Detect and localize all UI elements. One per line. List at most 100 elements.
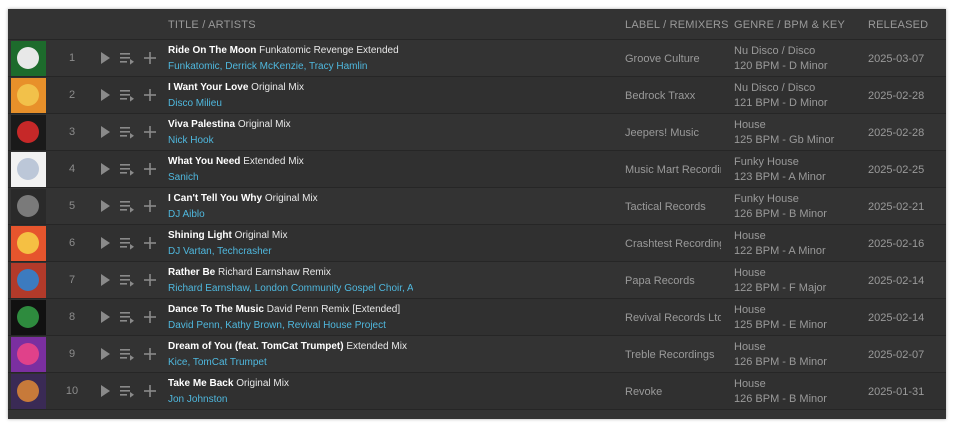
track-row[interactable]: 6 Shining Light Original Mix DJ Vartan, … <box>8 225 946 262</box>
track-artists[interactable]: Richard Earnshaw, London Community Gospe… <box>168 283 413 294</box>
track-title-name[interactable]: Rather Be <box>168 267 215 278</box>
add-to-playlist-icon[interactable] <box>142 50 158 66</box>
add-to-playlist-icon[interactable] <box>142 383 158 399</box>
track-label[interactable]: Treble Recordings <box>625 349 721 361</box>
add-to-queue-icon[interactable] <box>119 272 135 288</box>
track-genre[interactable]: House <box>734 229 862 244</box>
track-artwork[interactable] <box>11 337 46 372</box>
column-header-released[interactable]: RELEASED <box>868 19 928 31</box>
add-to-playlist-icon[interactable] <box>142 198 158 214</box>
track-title-name[interactable]: Viva Palestina <box>168 119 235 130</box>
track-label[interactable]: Bedrock Traxx <box>625 90 721 102</box>
play-icon[interactable] <box>97 87 113 103</box>
track-row[interactable]: 7 Rather Be Richard Earnshaw Remix Richa… <box>8 262 946 299</box>
add-to-queue-icon[interactable] <box>119 87 135 103</box>
track-row[interactable]: 3 Viva Palestina Original Mix Nick Hook … <box>8 114 946 151</box>
add-to-queue-icon[interactable] <box>119 383 135 399</box>
add-to-queue-icon[interactable] <box>119 198 135 214</box>
track-artwork[interactable] <box>11 263 46 298</box>
track-artwork[interactable] <box>11 300 46 335</box>
play-icon[interactable] <box>97 272 113 288</box>
track-title[interactable]: Dream of You (feat. TomCat Trumpet) Exte… <box>168 341 618 352</box>
add-to-queue-icon[interactable] <box>119 309 135 325</box>
track-row[interactable]: 1 Ride On The Moon Funkatomic Revenge Ex… <box>8 40 946 77</box>
track-title-name[interactable]: What You Need <box>168 156 240 167</box>
track-artists[interactable]: DJ Aiblo <box>168 209 413 220</box>
track-artwork[interactable] <box>11 152 46 187</box>
track-title-name[interactable]: I Can't Tell You Why <box>168 193 262 204</box>
track-title-name[interactable]: Take Me Back <box>168 378 233 389</box>
track-artwork[interactable] <box>11 374 46 409</box>
track-row[interactable]: 5 I Can't Tell You Why Original Mix DJ A… <box>8 188 946 225</box>
track-genre[interactable]: House <box>734 303 862 318</box>
add-to-queue-icon[interactable] <box>119 124 135 140</box>
play-icon[interactable] <box>97 198 113 214</box>
track-label[interactable]: Papa Records <box>625 275 721 287</box>
add-to-playlist-icon[interactable] <box>142 272 158 288</box>
track-row[interactable]: 2 I Want Your Love Original Mix Disco Mi… <box>8 77 946 114</box>
add-to-queue-icon[interactable] <box>119 346 135 362</box>
track-title-name[interactable]: Ride On The Moon <box>168 45 256 56</box>
track-title[interactable]: What You Need Extended Mix <box>168 156 618 167</box>
track-artwork[interactable] <box>11 41 46 76</box>
track-artists[interactable]: DJ Vartan, Techcrasher <box>168 246 413 257</box>
play-icon[interactable] <box>97 161 113 177</box>
track-title[interactable]: Rather Be Richard Earnshaw Remix <box>168 267 618 278</box>
add-to-queue-icon[interactable] <box>119 50 135 66</box>
play-icon[interactable] <box>97 346 113 362</box>
track-artists[interactable]: Nick Hook <box>168 135 413 146</box>
play-icon[interactable] <box>97 124 113 140</box>
track-label[interactable]: Jeepers! Music <box>625 127 721 139</box>
track-artists[interactable]: Sanich <box>168 172 413 183</box>
add-to-playlist-icon[interactable] <box>142 161 158 177</box>
track-row[interactable]: 4 What You Need Extended Mix Sanich Musi… <box>8 151 946 188</box>
add-to-queue-icon[interactable] <box>119 161 135 177</box>
play-icon[interactable] <box>97 50 113 66</box>
track-genre[interactable]: House <box>734 266 862 281</box>
track-genre[interactable]: Funky House <box>734 155 862 170</box>
play-icon[interactable] <box>97 309 113 325</box>
track-title-name[interactable]: I Want Your Love <box>168 82 248 93</box>
track-genre[interactable]: House <box>734 377 862 392</box>
add-to-playlist-icon[interactable] <box>142 124 158 140</box>
track-title[interactable]: Viva Palestina Original Mix <box>168 119 618 130</box>
track-title[interactable]: I Want Your Love Original Mix <box>168 82 618 93</box>
track-artists[interactable]: Disco Milieu <box>168 98 413 109</box>
track-label[interactable]: Music Mart Recordings <box>625 164 721 176</box>
add-to-playlist-icon[interactable] <box>142 346 158 362</box>
track-title-name[interactable]: Dance To The Music <box>168 304 264 315</box>
track-genre[interactable]: House <box>734 118 862 133</box>
track-row[interactable]: 8 Dance To The Music David Penn Remix [E… <box>8 299 946 336</box>
play-icon[interactable] <box>97 383 113 399</box>
add-to-playlist-icon[interactable] <box>142 235 158 251</box>
track-genre[interactable]: Nu Disco / Disco <box>734 44 862 59</box>
track-title[interactable]: Take Me Back Original Mix <box>168 378 618 389</box>
track-label[interactable]: Tactical Records <box>625 201 721 213</box>
track-artwork[interactable] <box>11 115 46 150</box>
track-title-name[interactable]: Dream of You (feat. TomCat Trumpet) <box>168 341 344 352</box>
track-label[interactable]: Crashtest Recordings <box>625 238 721 250</box>
track-artists[interactable]: Kice, TomCat Trumpet <box>168 357 413 368</box>
track-row[interactable]: 9 Dream of You (feat. TomCat Trumpet) Ex… <box>8 336 946 373</box>
track-artwork[interactable] <box>11 78 46 113</box>
add-to-playlist-icon[interactable] <box>142 87 158 103</box>
column-header-genre-bpm-key[interactable]: GENRE / BPM & KEY <box>734 19 845 31</box>
track-title[interactable]: Ride On The Moon Funkatomic Revenge Exte… <box>168 45 618 56</box>
track-title[interactable]: Shining Light Original Mix <box>168 230 618 241</box>
track-title[interactable]: I Can't Tell You Why Original Mix <box>168 193 618 204</box>
column-header-label-remixers[interactable]: LABEL / REMIXERS <box>625 19 729 31</box>
track-label[interactable]: Groove Culture <box>625 53 721 65</box>
track-title[interactable]: Dance To The Music David Penn Remix [Ext… <box>168 304 618 315</box>
track-artwork[interactable] <box>11 189 46 224</box>
track-label[interactable]: Revoke <box>625 386 721 398</box>
track-label[interactable]: Revival Records Ltd <box>625 312 721 324</box>
track-artists[interactable]: Funkatomic, Derrick McKenzie, Tracy Haml… <box>168 61 413 72</box>
track-artwork[interactable] <box>11 226 46 261</box>
track-genre[interactable]: House <box>734 340 862 355</box>
add-to-queue-icon[interactable] <box>119 235 135 251</box>
column-header-title-artists[interactable]: TITLE / ARTISTS <box>168 19 256 31</box>
add-to-playlist-icon[interactable] <box>142 309 158 325</box>
track-genre[interactable]: Funky House <box>734 192 862 207</box>
track-row[interactable]: 10 Take Me Back Original Mix Jon Johnsto… <box>8 373 946 410</box>
track-genre[interactable]: Nu Disco / Disco <box>734 81 862 96</box>
